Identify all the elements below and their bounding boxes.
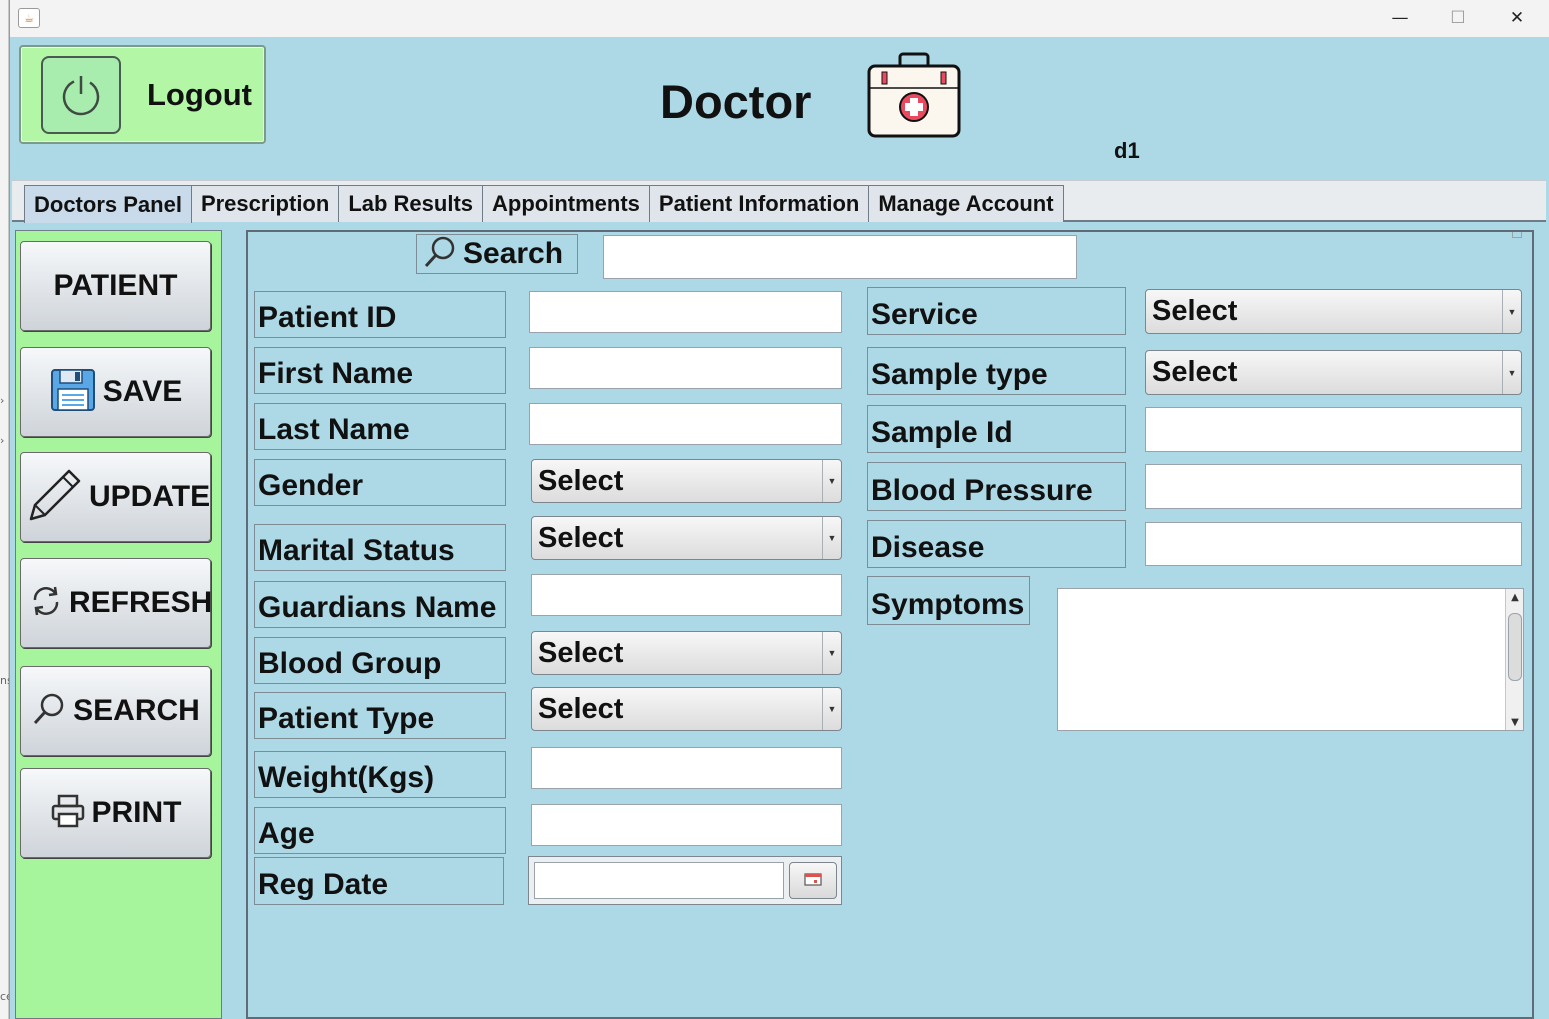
save-button-label: SAVE — [102, 375, 183, 408]
service-label: Service — [867, 287, 1126, 335]
guardians-name-field[interactable] — [531, 574, 842, 616]
symptoms-textarea[interactable]: ▲ ▼ — [1057, 588, 1524, 731]
guardians-name-label: Guardians Name — [254, 581, 506, 628]
maximize-button[interactable]: ☐ — [1429, 0, 1487, 36]
panel-corner-handle — [1512, 232, 1522, 238]
close-button[interactable]: ✕ — [1488, 0, 1546, 36]
chevron-down-icon: ▼ — [822, 460, 841, 502]
patient-form-panel: Search Patient ID First Name Last Name G… — [246, 230, 1534, 1019]
logout-label: Logout — [147, 77, 253, 112]
printer-icon — [50, 794, 86, 832]
magnifier-icon — [421, 235, 457, 273]
update-button[interactable]: UPDATE — [20, 452, 211, 542]
gender-selected-value: Select — [538, 464, 624, 497]
reg-date-picker — [528, 856, 842, 905]
tab-appointments[interactable]: Appointments — [482, 185, 650, 222]
scroll-down-icon[interactable]: ▼ — [1506, 714, 1524, 730]
print-button-label: PRINT — [91, 796, 182, 829]
weight-field[interactable] — [531, 747, 842, 789]
service-select[interactable]: Select ▼ — [1145, 289, 1522, 334]
tab-patient-information[interactable]: Patient Information — [648, 185, 870, 222]
power-icon — [41, 56, 121, 134]
service-selected-value: Select — [1152, 295, 1238, 327]
patient-type-label: Patient Type — [254, 692, 506, 739]
blood-group-select[interactable]: Select ▼ — [531, 631, 842, 675]
chevron-down-icon: ▼ — [1502, 351, 1521, 394]
tab-doctors-panel[interactable]: Doctors Panel — [24, 185, 192, 223]
calendar-button[interactable] — [789, 862, 837, 899]
java-app-icon: ☕ — [18, 8, 40, 28]
blood-group-selected-value: Select — [538, 636, 624, 669]
refresh-button[interactable]: REFRESH — [20, 558, 213, 648]
patient-button[interactable]: PATIENT — [20, 241, 211, 331]
calendar-icon — [804, 871, 822, 890]
sample-type-label: Sample type — [867, 347, 1126, 395]
marital-status-selected-value: Select — [538, 521, 624, 554]
sample-id-label: Sample Id — [867, 405, 1126, 453]
search-label-box: Search — [416, 234, 578, 274]
sample-type-select[interactable]: Select ▼ — [1145, 350, 1522, 395]
scroll-up-icon[interactable]: ▲ — [1506, 589, 1524, 605]
sample-type-selected-value: Select — [1152, 356, 1238, 388]
blood-pressure-label: Blood Pressure — [867, 462, 1126, 511]
medical-kit-icon — [866, 52, 962, 140]
last-name-label: Last Name — [254, 403, 506, 450]
update-button-label: UPDATE — [89, 480, 211, 513]
gender-select[interactable]: Select ▼ — [531, 459, 842, 503]
print-button[interactable]: PRINT — [20, 768, 211, 858]
tab-bar: Doctors Panel Prescription Lab Results A… — [24, 185, 1064, 223]
search-input[interactable] — [603, 235, 1077, 279]
patient-type-select[interactable]: Select ▼ — [531, 687, 842, 731]
search-button[interactable]: SEARCH — [20, 666, 211, 756]
patient-type-selected-value: Select — [538, 692, 624, 725]
refresh-icon — [29, 584, 63, 622]
disease-label: Disease — [867, 520, 1126, 568]
tab-prescription[interactable]: Prescription — [190, 185, 340, 222]
chevron-down-icon: ▼ — [822, 632, 841, 674]
age-field[interactable] — [531, 804, 842, 846]
scroll-thumb[interactable] — [1508, 613, 1522, 681]
reg-date-field[interactable] — [534, 862, 784, 899]
patient-id-field[interactable] — [529, 291, 842, 333]
pencil-icon — [23, 465, 83, 529]
gender-label: Gender — [254, 459, 506, 506]
search-icon — [31, 691, 67, 731]
tab-manage-account[interactable]: Manage Account — [868, 185, 1064, 222]
marital-status-label: Marital Status — [254, 524, 506, 571]
blood-pressure-field[interactable] — [1145, 464, 1522, 509]
last-name-field[interactable] — [529, 403, 842, 445]
sample-id-field[interactable] — [1145, 407, 1522, 452]
logout-button[interactable]: Logout — [19, 45, 266, 144]
desktop-edge: › › ns ce — [0, 0, 13, 1019]
title-bar: ☕ — ☐ ✕ — [10, 0, 1549, 37]
floppy-disk-icon — [49, 367, 97, 417]
refresh-button-label: REFRESH — [69, 586, 213, 619]
age-label: Age — [254, 807, 506, 854]
blood-group-label: Blood Group — [254, 637, 506, 684]
weight-label: Weight(Kgs) — [254, 751, 506, 798]
patient-button-label: PATIENT — [53, 269, 178, 302]
search-label: Search — [463, 237, 564, 270]
symptoms-scrollbar[interactable]: ▲ ▼ — [1505, 589, 1523, 730]
chevron-down-icon: ▼ — [1502, 290, 1521, 333]
chevron-down-icon: ▼ — [822, 517, 841, 559]
logged-in-user: d1 — [1114, 138, 1140, 163]
page-title: Doctor — [660, 75, 812, 128]
app-window: ☕ — ☐ ✕ Logout Doctor d1 Doctors Panel P… — [9, 0, 1549, 1019]
symptoms-label: Symptoms — [867, 576, 1030, 625]
action-sidebar: PATIENT SAVE UPDATE REFRESH SEARCH PRINT — [15, 230, 222, 1019]
first-name-field[interactable] — [529, 347, 842, 389]
chevron-down-icon: ▼ — [822, 688, 841, 730]
save-button[interactable]: SAVE — [20, 347, 211, 437]
marital-status-select[interactable]: Select ▼ — [531, 516, 842, 560]
first-name-label: First Name — [254, 347, 506, 394]
tab-lab-results[interactable]: Lab Results — [338, 185, 484, 222]
reg-date-label: Reg Date — [254, 857, 504, 905]
patient-id-label: Patient ID — [254, 291, 506, 338]
minimize-button[interactable]: — — [1371, 0, 1429, 36]
disease-field[interactable] — [1145, 522, 1522, 566]
search-button-label: SEARCH — [73, 694, 200, 727]
